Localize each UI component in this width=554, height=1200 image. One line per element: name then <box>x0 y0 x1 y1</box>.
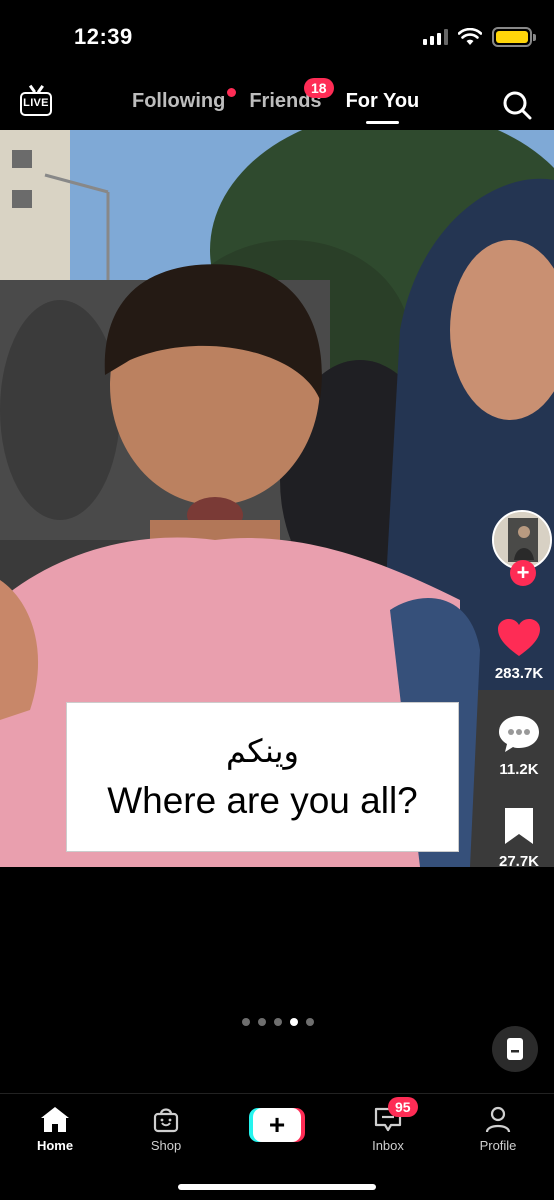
like-button[interactable]: 283.7K <box>484 618 554 682</box>
inbox-badge: 95 <box>388 1097 418 1117</box>
carousel-page-indicator <box>242 1018 314 1026</box>
status-time: 12:39 <box>74 24 133 49</box>
status-bar: 12:39 <box>0 0 554 72</box>
page-dot <box>274 1018 282 1026</box>
top-nav: LIVE Following Friends 18 For You <box>0 78 554 130</box>
comment-button[interactable]: 11.2K <box>484 714 554 778</box>
page-dot <box>306 1018 314 1026</box>
heart-icon <box>498 619 540 656</box>
caption-english: Where are you all? <box>107 780 418 821</box>
save-button[interactable]: 27.7K <box>484 806 554 870</box>
tab-following-label: Following <box>132 90 226 112</box>
wifi-icon <box>458 28 482 45</box>
caption-arabic: وينكم <box>226 732 299 770</box>
home-indicator[interactable] <box>178 1184 376 1190</box>
live-button[interactable]: LIVE <box>20 86 52 118</box>
page-dot-active <box>290 1018 298 1026</box>
like-count: 283.7K <box>494 665 544 682</box>
creator-avatar-button[interactable]: + <box>492 510 552 590</box>
nav-home[interactable]: Home <box>15 1104 95 1153</box>
caption-box: وينكم Where are you all? <box>66 702 459 852</box>
comment-bubble-icon <box>499 716 539 752</box>
create-plus-icon: + <box>253 1108 301 1142</box>
comment-count: 11.2K <box>499 761 539 778</box>
nav-shop[interactable]: Shop <box>126 1104 206 1153</box>
friends-badge: 18 <box>303 78 334 98</box>
cellular-signal-icon <box>423 29 448 45</box>
video-player[interactable]: وينكم Where are you all? <box>0 130 554 867</box>
shop-bag-icon <box>153 1108 179 1133</box>
battery-icon <box>492 27 536 47</box>
save-count: 27.7K <box>498 853 540 870</box>
live-tv-icon: LIVE <box>20 92 52 116</box>
feed-tabs: Following Friends 18 For You <box>132 78 420 124</box>
tab-for-you-label: For You <box>345 90 420 112</box>
new-content-dot <box>227 88 237 97</box>
follow-button[interactable]: + <box>510 560 536 586</box>
nav-inbox-label: Inbox <box>372 1138 404 1153</box>
page-dot <box>242 1018 250 1026</box>
create-button[interactable]: + <box>249 1108 305 1142</box>
transcript-button[interactable] <box>492 1026 538 1072</box>
nav-home-label: Home <box>36 1138 74 1153</box>
tab-friends[interactable]: Friends 18 <box>249 78 334 113</box>
nav-profile-label: Profile <box>479 1138 517 1153</box>
bookmark-icon <box>505 808 533 844</box>
page-dot <box>258 1018 266 1026</box>
tiktok-feed-screen: 12:39 LIVE Following Friends 18 For You … <box>0 0 554 1200</box>
nav-shop-label: Shop <box>150 1138 182 1153</box>
document-icon <box>507 1038 523 1060</box>
search-button[interactable] <box>502 90 532 120</box>
home-icon <box>41 1107 69 1132</box>
nav-profile[interactable]: Profile <box>458 1104 538 1153</box>
person-icon <box>485 1106 511 1133</box>
search-icon <box>503 91 532 120</box>
tab-following[interactable]: Following <box>132 88 237 113</box>
tab-for-you[interactable]: For You <box>345 90 420 124</box>
status-icons <box>423 27 536 47</box>
